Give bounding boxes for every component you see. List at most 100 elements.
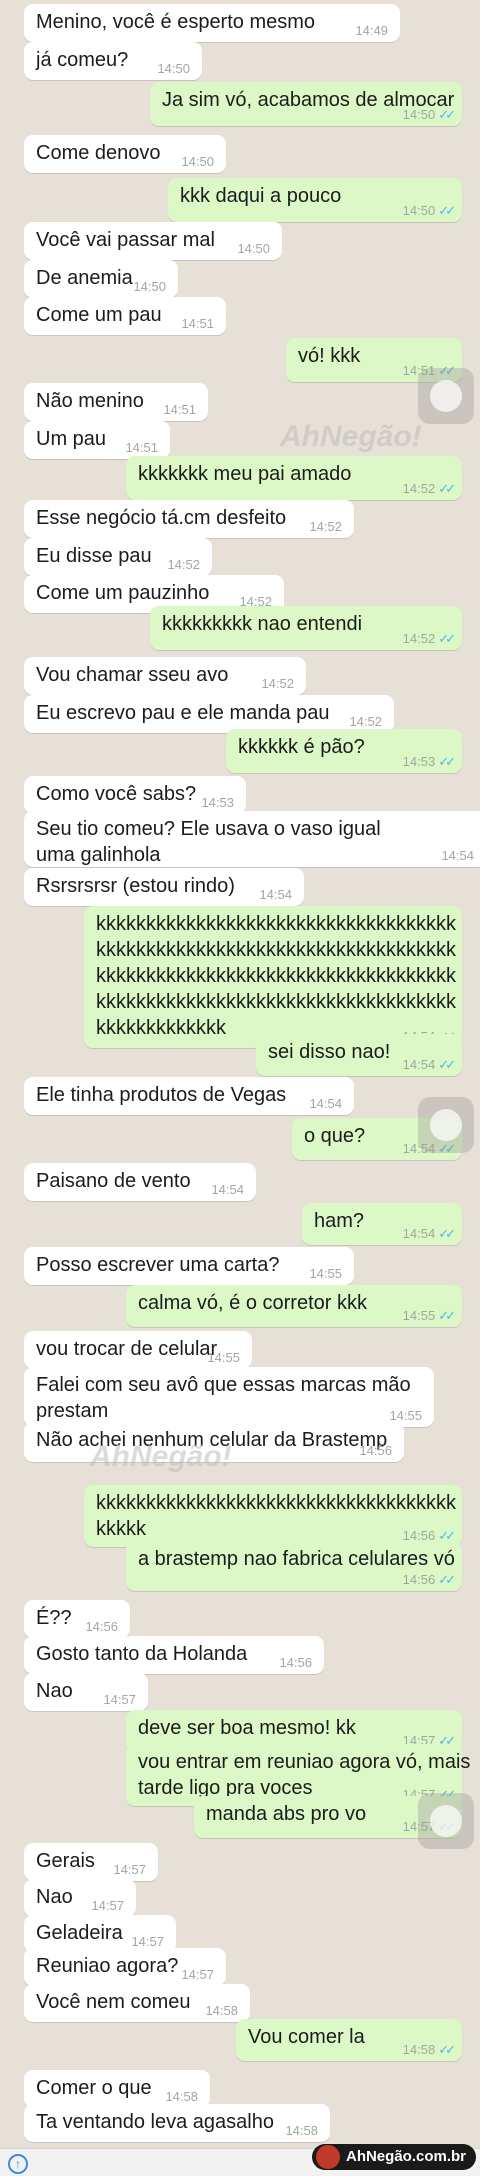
message-time: 14:57 xyxy=(131,1934,164,1949)
message-time: 14:55 xyxy=(402,1308,436,1323)
incoming-message[interactable]: Nao 14:57 xyxy=(24,1673,148,1711)
outgoing-message[interactable]: kkkkkk é pão? 14:53 ✓✓ xyxy=(226,729,462,773)
double-check-icon: ✓✓ xyxy=(438,1308,456,1323)
incoming-message[interactable]: Posso escrever uma carta? 14:55 xyxy=(24,1247,354,1285)
message-text: a brastemp nao fabrica celulares vó xyxy=(138,1548,455,1570)
message-meta: 14:49 xyxy=(355,23,388,39)
message-text: já comeu? xyxy=(36,49,129,71)
incoming-message[interactable]: já comeu? 14:50 xyxy=(24,42,202,80)
message-time: 14:50 xyxy=(237,241,270,256)
incoming-message[interactable]: Nao 14:57 xyxy=(24,1879,136,1917)
outgoing-message[interactable]: calma vó, é o corretor kkk 14:55 ✓✓ xyxy=(126,1285,462,1327)
message-time: 14:56 xyxy=(279,1655,312,1670)
message-time: 14:58 xyxy=(285,2123,318,2138)
message-time: 14:57 xyxy=(113,1862,146,1877)
watermark: AhNegão! xyxy=(280,420,422,453)
outgoing-message[interactable]: kkkkkkkkkkkkkkkkkkkkkkkkkkkkkkkkkkkk kkk… xyxy=(84,1485,462,1547)
incoming-message[interactable]: Você vai passar mal 14:50 xyxy=(24,222,282,260)
outgoing-message[interactable]: sei disso nao! 14:54 ✓✓ xyxy=(256,1034,462,1076)
message-meta: 14:54✓✓ xyxy=(402,1057,456,1073)
incoming-message[interactable]: Falei com seu avô que essas marcas mão p… xyxy=(24,1367,434,1427)
message-meta: 14:55 ✓✓ xyxy=(402,1308,456,1324)
message-text: Reuniao agora? xyxy=(36,1955,179,1977)
message-time: 14:58 xyxy=(205,2003,238,2018)
message-text: Seu tio comeu? Ele usava o vaso igual um… xyxy=(36,818,381,866)
outgoing-message[interactable]: kkkkkkkkkkkkkkkkkkkkkkkkkkkkkkkkkkkk kkk… xyxy=(84,906,462,1048)
incoming-message[interactable]: Come um pau 14:51 xyxy=(24,297,226,335)
incoming-message[interactable]: Rsrsrsrsr (estou rindo) 14:54 xyxy=(24,868,304,906)
message-text: Vou comer la xyxy=(248,2026,365,2048)
incoming-message[interactable]: Um pau 14:51 xyxy=(24,421,170,459)
message-meta: 14:52 xyxy=(309,519,342,535)
message-time: 14:55 xyxy=(309,1266,342,1281)
double-check-icon: ✓✓ xyxy=(438,2042,456,2057)
outgoing-message[interactable]: Vou comer la 14:58 ✓✓ xyxy=(236,2019,462,2061)
incoming-message[interactable]: Eu escrevo pau e ele manda pau 14:52 xyxy=(24,695,394,733)
message-meta: 14:57 xyxy=(91,1898,124,1914)
incoming-message[interactable]: vou trocar de celular 14:55 xyxy=(24,1331,252,1369)
incoming-message[interactable]: Como você sabs? 14:53 xyxy=(24,776,246,814)
double-check-icon: ✓✓ xyxy=(438,1226,456,1241)
message-text: Como você sabs? xyxy=(36,783,197,805)
incoming-message[interactable]: Gosto tanto da Holanda 14:56 xyxy=(24,1636,324,1674)
message-text: Você vai passar mal xyxy=(36,229,215,251)
message-text: kkkkkk é pão? xyxy=(238,736,365,758)
incoming-message[interactable]: Menino, você é esperto mesmo 14:49 xyxy=(24,4,400,42)
outgoing-message[interactable]: ham? 14:54 ✓✓ xyxy=(302,1203,462,1245)
outgoing-message[interactable]: kkkkkkkkk nao entendi 14:52 ✓✓ xyxy=(150,606,462,650)
message-text: Você nem comeu xyxy=(36,1991,191,2013)
outgoing-message[interactable]: kkkkkkk meu pai amado 14:52 ✓✓ xyxy=(126,456,462,500)
message-text: kkkkkkk meu pai amado xyxy=(138,463,352,485)
incoming-message[interactable]: É?? 14:56 xyxy=(24,1600,130,1638)
message-meta: 14:50 xyxy=(237,241,270,257)
double-check-icon: ✓✓ xyxy=(438,1057,456,1072)
incoming-message[interactable]: Vou chamar sseu avo 14:52 xyxy=(24,657,306,695)
message-meta: 14:54 xyxy=(441,848,474,864)
incoming-message[interactable]: Você nem comeu 14:58 xyxy=(24,1984,250,2022)
double-check-icon: ✓✓ xyxy=(438,754,456,769)
message-text: sei disso nao! xyxy=(268,1041,391,1063)
message-time: 14:54 xyxy=(309,1096,342,1111)
message-time: 14:54 xyxy=(402,1057,436,1072)
message-text: Gosto tanto da Holanda xyxy=(36,1643,248,1665)
message-text: De anemia xyxy=(36,267,133,289)
chat-area: Menino, você é esperto mesmo 14:49 já come… xyxy=(0,0,480,2175)
outgoing-message[interactable]: a brastemp nao fabrica celulares vó 14:56… xyxy=(126,1541,462,1591)
message-time: 14:51 xyxy=(163,402,196,417)
incoming-message[interactable]: Seu tio comeu? Ele usava o vaso igual um… xyxy=(24,811,480,867)
message-meta: 14:56 xyxy=(359,1443,392,1459)
outgoing-message[interactable]: Ja sim vó, acabamos de almocar 14:50 ✓✓ xyxy=(150,82,462,126)
message-meta: 14:57 xyxy=(113,1862,146,1878)
message-text: Come um pau xyxy=(36,304,162,326)
message-text: vó! kkk xyxy=(298,345,361,367)
message-time: 14:52 xyxy=(402,481,436,496)
outgoing-message[interactable]: kkk daqui a pouco 14:50 ✓✓ xyxy=(168,178,462,222)
incoming-message[interactable]: Não menino 14:51 xyxy=(24,383,208,421)
assistive-touch-icon xyxy=(418,368,474,424)
message-text: Nao xyxy=(36,1886,73,1908)
message-text: kkk daqui a pouco xyxy=(180,185,342,207)
assistive-touch-icon xyxy=(418,1793,474,1849)
incoming-message[interactable]: Esse negócio tá.cm desfeito 14:52 xyxy=(24,500,354,538)
incoming-message[interactable]: Comer o que 14:58 xyxy=(24,2070,210,2108)
incoming-message[interactable]: Reuniao agora? 14:57 xyxy=(24,1948,226,1986)
incoming-message[interactable]: Ta ventando leva agasalho 14:58 xyxy=(24,2104,330,2142)
double-check-icon: ✓✓ xyxy=(438,481,456,496)
incoming-message[interactable]: Gerais 14:57 xyxy=(24,1843,158,1881)
incoming-message[interactable]: De anemia 14:50 xyxy=(24,260,178,298)
arrow-up-icon[interactable]: ↑ xyxy=(8,2154,28,2174)
incoming-message[interactable]: Paisano de vento 14:54 xyxy=(24,1163,256,1201)
message-time: 14:55 xyxy=(389,1408,422,1423)
incoming-message[interactable]: Ele tinha produtos de Vegas 14:54 xyxy=(24,1077,354,1115)
incoming-message[interactable]: Come denovo 14:50 xyxy=(24,135,226,173)
message-time: 14:57 xyxy=(181,1967,214,1982)
message-text: Esse negócio tá.cm desfeito xyxy=(36,507,287,529)
message-text: kkkkkkkkk nao entendi xyxy=(162,613,363,635)
message-time: 14:55 xyxy=(207,1350,240,1365)
message-meta: 14:58 ✓✓ xyxy=(403,2042,456,2058)
message-time: 14:52 xyxy=(167,557,200,572)
message-text: Ele tinha produtos de Vegas xyxy=(36,1084,287,1106)
message-meta: 14:54 xyxy=(309,1096,342,1112)
incoming-message[interactable]: Eu disse pau 14:52 xyxy=(24,538,212,576)
message-text: Eu escrevo pau e ele manda pau xyxy=(36,702,330,724)
